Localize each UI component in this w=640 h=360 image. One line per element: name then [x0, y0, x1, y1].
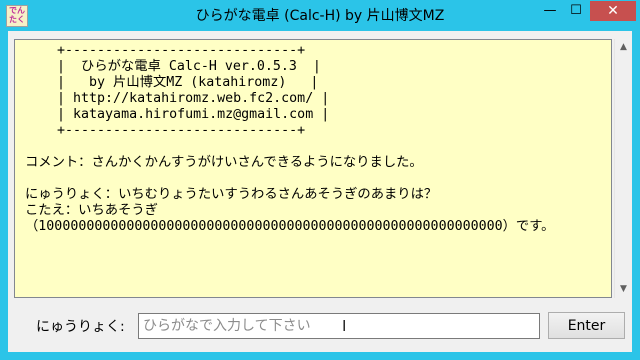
- close-button[interactable]: ✕: [590, 1, 636, 21]
- minimize-button[interactable]: —: [537, 1, 563, 21]
- input-label: にゅうりょく:: [36, 319, 125, 335]
- vertical-scrollbar[interactable]: ▲ ▼: [614, 39, 631, 298]
- enter-button[interactable]: Enter: [548, 312, 625, 339]
- app-window: でんたく ひらがな電卓 (Calc-H) by 片山博文MZ — ☐ ✕ +--…: [0, 0, 640, 360]
- hiragana-input[interactable]: [138, 313, 540, 339]
- output-textarea[interactable]: +-----------------------------+ | ひらがな電卓…: [14, 39, 612, 298]
- maximize-button[interactable]: ☐: [563, 1, 589, 21]
- text-cursor-icon: I: [342, 317, 347, 335]
- scroll-up-icon[interactable]: ▲: [615, 39, 632, 56]
- output-text: +-----------------------------+ | ひらがな電卓…: [25, 43, 555, 234]
- scroll-down-icon[interactable]: ▼: [615, 281, 632, 298]
- title-bar[interactable]: でんたく ひらがな電卓 (Calc-H) by 片山博文MZ — ☐ ✕: [0, 0, 640, 32]
